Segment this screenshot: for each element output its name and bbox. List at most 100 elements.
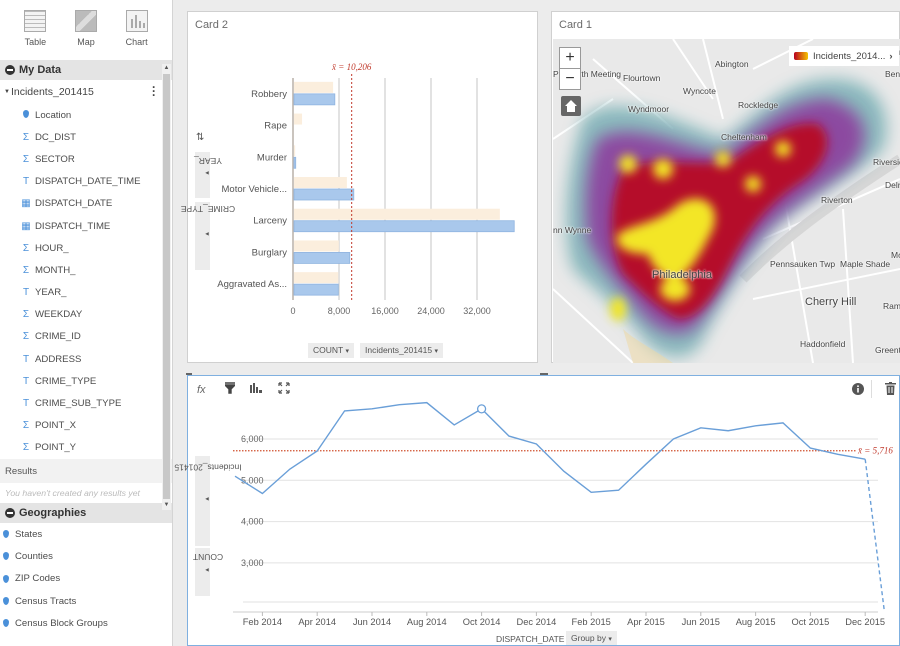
my-data-header[interactable]: My Data xyxy=(0,60,172,80)
card-2-bar-chart[interactable]: Card 2 ⇅ YEAR_ ▸ CRIME_TYPE ▸ 0 8,000 16,0… xyxy=(180,11,538,363)
scroll-up-icon[interactable]: ▲ xyxy=(163,65,170,72)
category-label: Rape xyxy=(264,121,287,132)
dataset-row[interactable]: ▼ Incidents_201415 · · · xyxy=(0,80,172,104)
add-chart-button[interactable]: Chart xyxy=(115,10,159,58)
category-label: Murder xyxy=(257,152,287,163)
expand-caret-icon: ▼ xyxy=(4,89,10,95)
bar-2014 xyxy=(294,272,339,284)
field-item[interactable]: ▦ DISPATCH_DATE xyxy=(0,193,172,215)
field-item[interactable]: Σ SECTOR xyxy=(0,148,172,170)
line-chart-plot: 3,000 4,000 5,000 6,000 Feb 2014 Apr 2014 Jun … xyxy=(233,401,893,627)
geographies-list: States Counties ZIP Codes Census Tracts Cens… xyxy=(0,523,172,634)
x-tick-label: 8,000 xyxy=(328,306,351,316)
x-tick-label: Jun 2015 xyxy=(682,617,720,627)
field-name: DISPATCH_DATE_TIME xyxy=(35,176,141,188)
geography-name: Census Block Groups xyxy=(15,617,108,629)
geographies-header[interactable]: Geographies xyxy=(0,503,172,523)
results-label: Results xyxy=(5,465,37,477)
field-item[interactable]: T DISPATCH_DATE_TIME xyxy=(0,171,172,193)
field-item[interactable]: T CRIME_TYPE xyxy=(0,370,172,392)
geographies-label: Geographies xyxy=(19,507,87,519)
geography-item[interactable]: Census Tracts xyxy=(0,590,172,612)
geography-item[interactable]: Counties xyxy=(0,545,172,567)
field-item[interactable]: Σ CRIME_ID xyxy=(0,326,172,348)
calendar-icon: ▦ xyxy=(21,220,31,232)
x-tick-label: Oct 2014 xyxy=(463,617,501,627)
location-pin-icon xyxy=(3,530,9,539)
sigma-icon: Σ xyxy=(22,242,30,254)
zoom-out-button[interactable]: − xyxy=(559,68,581,90)
x-tick-label: Dec 2014 xyxy=(516,617,556,627)
y-tick-label: 3,000 xyxy=(241,558,264,568)
field-name: MONTH_ xyxy=(35,264,76,276)
zoom-in-button[interactable]: + xyxy=(559,47,581,69)
dataset-name: Incidents_201415 xyxy=(10,86,94,98)
scroll-down-icon[interactable]: ▼ xyxy=(163,502,170,509)
add-chart-label: Chart xyxy=(125,37,148,47)
map-place-label: Raml xyxy=(883,301,900,311)
field-name: CRIME_ID xyxy=(35,331,81,343)
map-place-label: Haddonfield xyxy=(800,339,846,349)
field-item[interactable]: Σ POINT_Y xyxy=(0,437,172,459)
heat-map[interactable]: Feasterville-TrevAbingtonFlourtownPlymou… xyxy=(553,39,900,363)
geography-name: ZIP Codes xyxy=(15,573,61,585)
card-1-heat-map[interactable]: Card 1 Abington Flourtown Plymouth Meeti… xyxy=(551,11,900,363)
data-panel: Table Map Chart My Data ▼ Incidents_2014… xyxy=(0,0,173,646)
field-item[interactable]: Σ HOUR_ xyxy=(0,237,172,259)
sidebar-scrollbar[interactable]: ▲ ▼ xyxy=(162,64,171,510)
x-tick-label: Aug 2015 xyxy=(736,617,776,627)
field-name: Location xyxy=(35,109,72,121)
field-name: HOUR_ xyxy=(35,242,69,254)
field-item[interactable]: Σ WEEKDAY xyxy=(0,304,172,326)
geography-item[interactable]: States xyxy=(0,523,172,545)
field-name: DC_DIST xyxy=(35,131,77,143)
sigma-icon: Σ xyxy=(22,153,30,165)
geography-name: Census Tracts xyxy=(15,595,77,607)
map-place-label: Bens xyxy=(885,69,900,79)
text-type-icon: T xyxy=(22,398,30,410)
geography-item[interactable]: Census Block Groups xyxy=(0,612,172,634)
category-label: Aggravated As... xyxy=(217,279,287,290)
map-place-label: Riversic xyxy=(873,157,900,167)
dataset-pill[interactable]: Incidents_201415 ▾ xyxy=(360,343,444,358)
map-place-label: Cheltenham xyxy=(721,132,767,142)
add-map-button[interactable]: Map xyxy=(64,10,108,58)
field-name: ADDRESS xyxy=(35,353,82,365)
bar-2015 xyxy=(293,220,515,233)
add-table-button[interactable]: Table xyxy=(13,10,57,58)
field-name: DISPATCH_TIME xyxy=(35,220,111,232)
bar-2014 xyxy=(294,208,500,220)
field-item[interactable]: Σ DC_DIST xyxy=(0,126,172,148)
highlighted-point xyxy=(476,404,487,414)
field-name: POINT_X xyxy=(35,420,77,432)
field-name: WEEKDAY xyxy=(35,309,83,321)
collapse-icon xyxy=(5,508,15,518)
group-by-pill[interactable]: Group by ▾ xyxy=(566,631,617,645)
geography-item[interactable]: ZIP Codes xyxy=(0,568,172,590)
mean-label: x̄ = 10,206 xyxy=(331,62,372,72)
map-place-label: Mo xyxy=(891,250,900,260)
map-legend-button[interactable]: Incidents_2014... › xyxy=(789,46,899,66)
field-item[interactable]: Σ POINT_X xyxy=(0,415,172,437)
card-3-line-chart[interactable]: fx Incidents_201415 ▸ COUNT ▸ 3,000 4,000… xyxy=(174,375,900,646)
field-item[interactable]: T YEAR_ xyxy=(0,282,172,304)
bar-2015 xyxy=(293,93,336,106)
field-item[interactable]: T CRIME_SUB_TYPE xyxy=(0,392,172,414)
x-tick-label: Oct 2015 xyxy=(792,617,830,627)
bar-2014 xyxy=(294,177,347,188)
results-header: Results xyxy=(0,459,172,483)
field-item[interactable]: ▦ DISPATCH_TIME xyxy=(0,215,172,237)
home-button[interactable] xyxy=(561,96,581,116)
field-item[interactable]: T ADDRESS xyxy=(0,348,172,370)
field-name: POINT_Y xyxy=(35,442,77,454)
dataset-options-icon[interactable]: · · · xyxy=(152,81,156,101)
map-place-label: nn Wynne xyxy=(553,225,592,235)
sigma-icon: Σ xyxy=(22,131,30,143)
x-tick-label: Dec 2015 xyxy=(845,617,885,627)
field-item[interactable]: Location xyxy=(0,104,172,126)
scrollbar-thumb[interactable] xyxy=(163,74,170,499)
field-item[interactable]: Σ MONTH_ xyxy=(0,259,172,281)
location-pin-icon xyxy=(3,619,9,628)
x-axis-field-label: DISPATCH_DATE xyxy=(496,634,565,644)
count-pill[interactable]: COUNT ▾ xyxy=(308,343,354,358)
